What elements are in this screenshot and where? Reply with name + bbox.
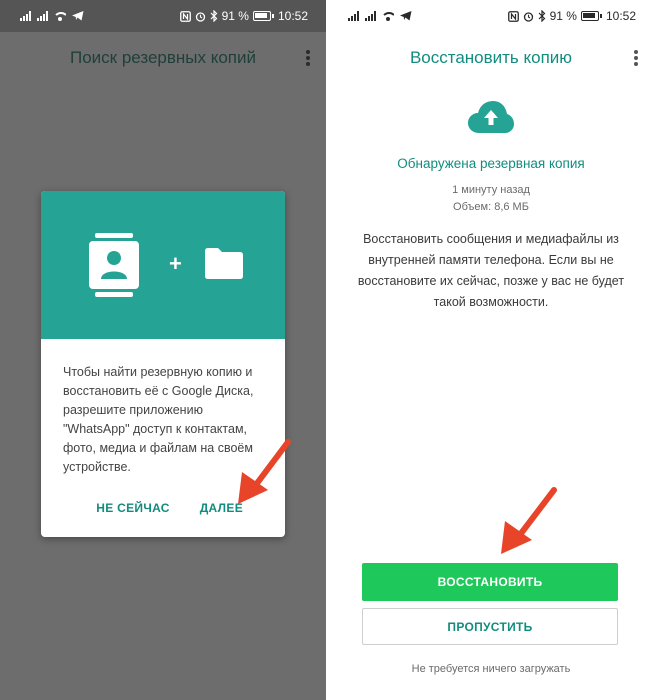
alarm-icon bbox=[195, 11, 205, 22]
skip-button[interactable]: ПРОПУСТИТЬ bbox=[362, 608, 618, 645]
more-options-icon[interactable] bbox=[306, 50, 310, 66]
clock: 10:52 bbox=[605, 9, 636, 23]
telegram-icon bbox=[72, 11, 84, 21]
no-download-note: Не требуется ничего загружать bbox=[411, 663, 571, 675]
battery-icon bbox=[580, 11, 602, 21]
backup-time: 1 минуту назад bbox=[452, 184, 530, 196]
alarm-icon bbox=[523, 11, 533, 22]
screenshot-stage: 91 % 10:52 Поиск резервных копий + Чтобы… bbox=[0, 0, 654, 700]
backup-found-title: Обнаружена резервная копия bbox=[397, 156, 585, 171]
nfc-icon bbox=[507, 10, 519, 22]
clock: 10:52 bbox=[277, 9, 308, 23]
page-title: Поиск резервных копий bbox=[69, 48, 257, 67]
app-bar: Поиск резервных копий bbox=[0, 32, 326, 84]
status-bar: 91 % 10:52 bbox=[0, 0, 326, 32]
signal-icon bbox=[37, 11, 48, 21]
signal-icon bbox=[348, 11, 359, 21]
signal-icon bbox=[20, 11, 31, 21]
left-phone-screen: 91 % 10:52 Поиск резервных копий + Чтобы… bbox=[0, 0, 326, 700]
cloud-upload-icon bbox=[468, 101, 514, 133]
plus-sign: + bbox=[169, 251, 182, 276]
annotation-arrow-icon bbox=[238, 439, 291, 504]
restore-description: Восстановить сообщения и медиафайлы из в… bbox=[357, 232, 625, 309]
app-bar: Восстановить копию bbox=[328, 32, 654, 84]
more-options-icon[interactable] bbox=[634, 50, 638, 66]
backup-size: Объем: 8,6 МБ bbox=[453, 201, 529, 213]
right-phone-screen: 91 % 10:52 Восстановить копию Обнаружена… bbox=[328, 0, 654, 700]
status-bar: 91 % 10:52 bbox=[328, 0, 654, 32]
not-now-button[interactable]: НЕ СЕЙЧАС bbox=[96, 501, 169, 515]
restore-button[interactable]: ВОССТАНОВИТЬ bbox=[362, 563, 618, 601]
page-title: Восстановить копию bbox=[409, 48, 573, 67]
battery-icon bbox=[252, 11, 274, 21]
telegram-icon bbox=[400, 11, 412, 21]
battery-percent: 91 % bbox=[221, 9, 249, 23]
annotation-arrow-icon bbox=[501, 487, 557, 554]
battery-percent: 91 % bbox=[549, 9, 577, 23]
wifi-icon bbox=[382, 11, 394, 21]
folder-icon bbox=[205, 248, 243, 279]
signal-icon bbox=[365, 11, 376, 21]
bluetooth-icon bbox=[210, 10, 217, 22]
nfc-icon bbox=[179, 10, 191, 22]
dialog-header: + bbox=[41, 191, 285, 339]
contacts-icon bbox=[89, 233, 139, 297]
bluetooth-icon bbox=[538, 10, 545, 22]
wifi-icon bbox=[54, 11, 66, 21]
